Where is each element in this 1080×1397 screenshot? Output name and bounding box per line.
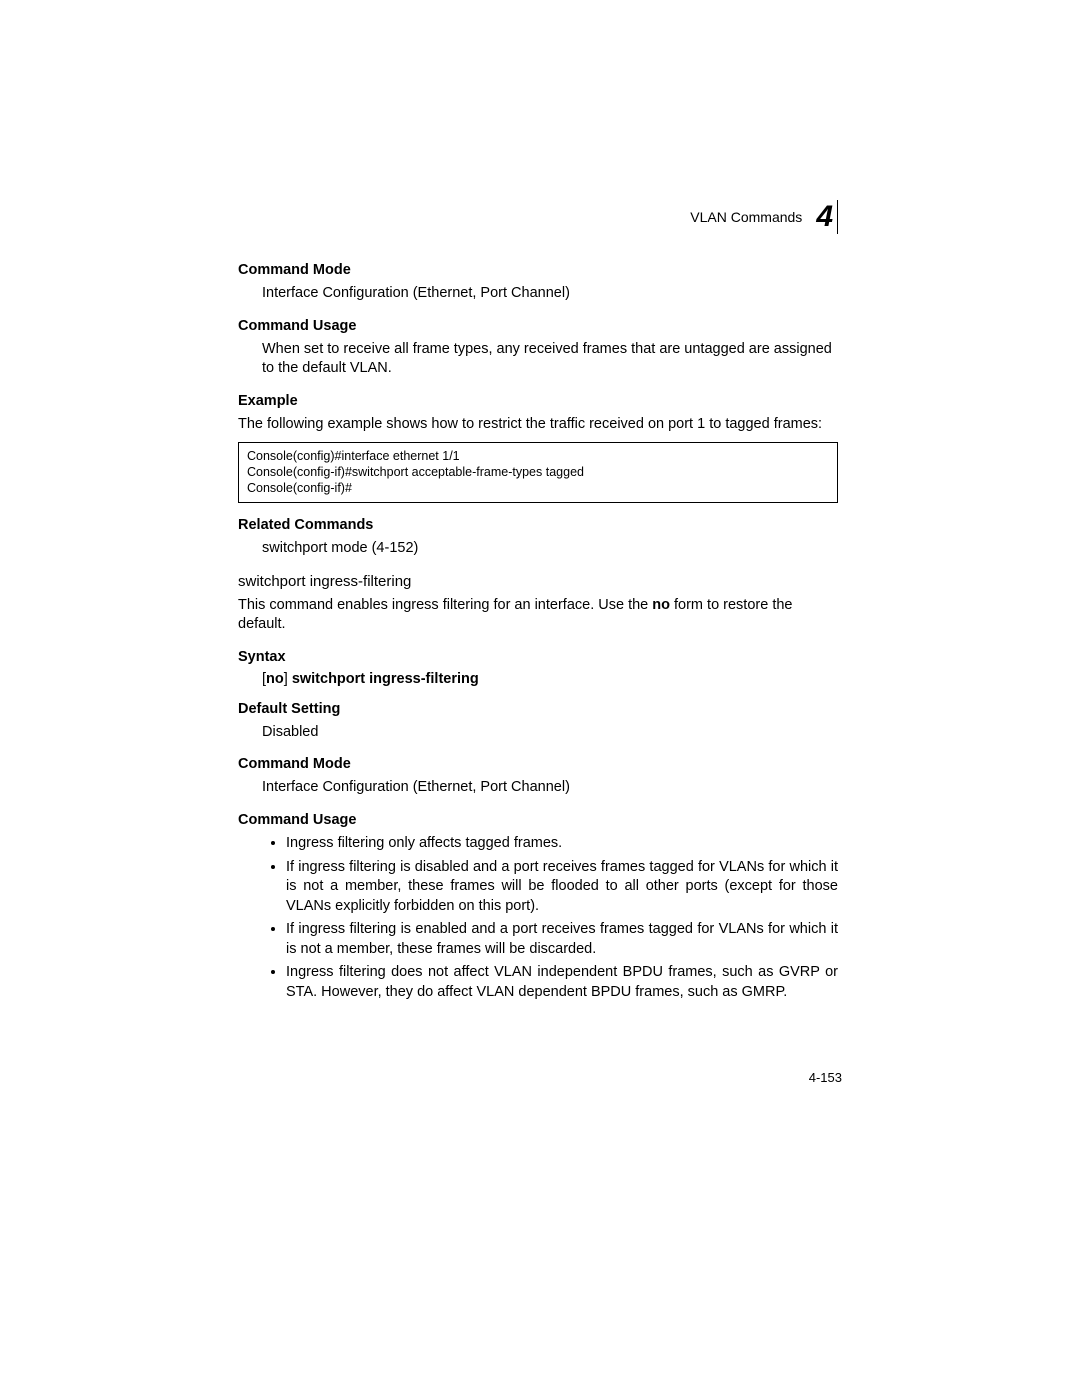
syntax-heading: Syntax (238, 649, 838, 665)
example-heading: Example (238, 393, 838, 409)
command-usage-heading: Command Usage (238, 318, 838, 334)
code-example: Console(config)#interface ethernet 1/1 C… (238, 442, 838, 503)
syntax-line: [no] switchport ingress-filtering (262, 671, 838, 687)
related-commands-heading: Related Commands (238, 517, 838, 533)
page-number: 4-153 (809, 1070, 842, 1085)
default-setting-heading: Default Setting (238, 701, 838, 717)
command-mode-heading: Command Mode (238, 262, 838, 278)
cmd-desc-part1: This command enables ingress filtering f… (238, 597, 652, 613)
syntax-bracket-close: ] (284, 671, 292, 687)
command-description: This command enables ingress filtering f… (238, 596, 838, 635)
example-text: The following example shows how to restr… (238, 415, 838, 435)
list-item: If ingress filtering is disabled and a p… (286, 858, 838, 917)
cmd-desc-bold: no (652, 597, 670, 613)
page-content: VLAN Commands 4 Command Mode Interface C… (238, 200, 838, 1006)
list-item: If ingress filtering is enabled and a po… (286, 920, 838, 959)
usage-bullet-list: Ingress filtering only affects tagged fr… (238, 834, 838, 1003)
command-usage-text: When set to receive all frame types, any… (262, 340, 838, 379)
list-item: Ingress filtering only affects tagged fr… (286, 834, 838, 854)
related-commands-text: switchport mode (4-152) (262, 539, 838, 559)
command-mode-heading-2: Command Mode (238, 756, 838, 772)
syntax-no: no (266, 671, 284, 687)
list-item: Ingress filtering does not affect VLAN i… (286, 963, 838, 1002)
command-title: switchport ingress-filtering (238, 573, 838, 590)
header-title: VLAN Commands (690, 209, 802, 225)
command-mode-text-2: Interface Configuration (Ethernet, Port … (262, 778, 838, 798)
page-header: VLAN Commands 4 (238, 200, 838, 234)
chapter-number: 4 (812, 200, 838, 234)
command-mode-text: Interface Configuration (Ethernet, Port … (262, 284, 838, 304)
syntax-command: switchport ingress-filtering (292, 671, 479, 687)
command-usage-heading-2: Command Usage (238, 812, 838, 828)
default-setting-text: Disabled (262, 723, 838, 743)
